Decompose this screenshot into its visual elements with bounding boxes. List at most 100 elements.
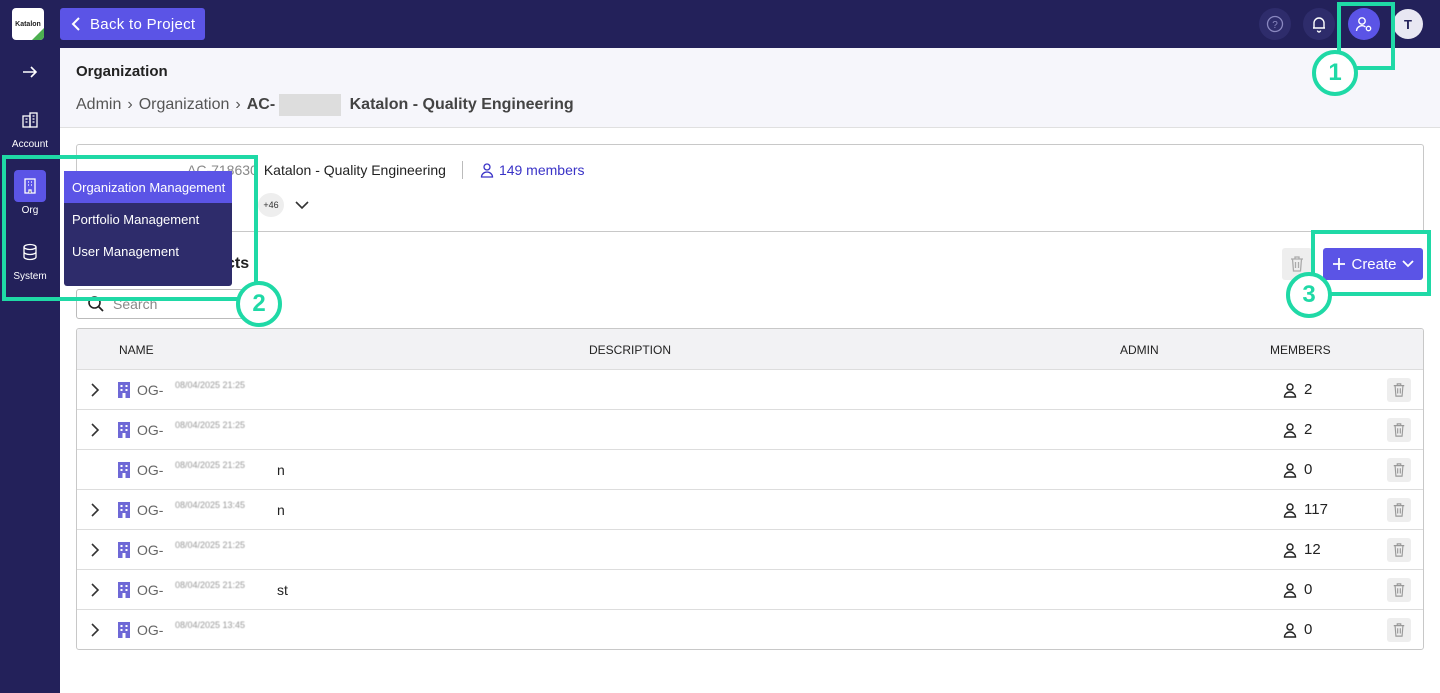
org-timestamp: 08/04/2025 21:25 [169, 536, 252, 554]
chevron-right-icon[interactable] [89, 383, 101, 397]
sidebar-item-label: Account [11, 139, 49, 150]
page-header: Organization Admin › Organization › AC- … [60, 48, 1440, 128]
delete-button[interactable] [1387, 458, 1411, 482]
table-row[interactable]: OG- 08/04/2025 13:45 n 117 [77, 489, 1423, 529]
member-count[interactable]: 117 [1282, 501, 1328, 518]
breadcrumb: Admin › Organization › AC- Katalon - Qua… [76, 94, 574, 116]
expand-sidebar-icon[interactable] [20, 62, 40, 82]
breadcrumb-organization[interactable]: Organization [139, 96, 230, 114]
member-count[interactable]: 0 [1282, 461, 1312, 478]
callout-badge-3: 3 [1286, 272, 1332, 318]
user-avatar[interactable]: T [1393, 9, 1423, 39]
building-icon [14, 104, 46, 136]
callout-badge-1: 1 [1312, 50, 1358, 96]
account-name: Katalon - Quality Engineering [263, 162, 446, 178]
table-row[interactable]: OG- 08/04/2025 21:25 2 [77, 369, 1423, 409]
user-icon [1283, 382, 1297, 398]
member-count[interactable]: 12 [1282, 541, 1321, 558]
org-timestamp: 08/04/2025 13:45 [169, 496, 252, 514]
callout-badge-2: 2 [236, 281, 282, 327]
member-count[interactable]: 0 [1282, 621, 1312, 638]
trash-icon [1393, 623, 1405, 637]
member-count[interactable]: 2 [1282, 381, 1312, 398]
column-header-name[interactable]: NAME [119, 343, 154, 357]
trash-icon [1393, 503, 1405, 517]
org-code[interactable]: OG- [137, 622, 163, 638]
organization-icon [118, 582, 130, 598]
table-row[interactable]: OG- 08/04/2025 21:25 12 [77, 529, 1423, 569]
member-count[interactable]: 0 [1282, 581, 1312, 598]
chevron-left-icon [71, 17, 80, 31]
organization-icon [118, 422, 130, 438]
org-code[interactable]: OG- [137, 422, 163, 438]
user-icon [1283, 502, 1297, 518]
help-icon[interactable]: ? [1259, 8, 1291, 40]
back-to-project-label: Back to Project [90, 15, 196, 33]
trash-icon [1393, 583, 1405, 597]
delete-button[interactable] [1387, 578, 1411, 602]
user-icon [480, 163, 494, 178]
svg-text:?: ? [1272, 20, 1278, 31]
member-count[interactable]: 2 [1282, 421, 1312, 438]
trash-icon [1393, 423, 1405, 437]
top-bar: Katalon Back to Project ? T [0, 0, 1440, 48]
delete-button[interactable] [1387, 378, 1411, 402]
user-icon [1283, 422, 1297, 438]
org-name-tail: st [277, 582, 288, 598]
chevron-down-icon[interactable] [294, 198, 310, 212]
org-timestamp: 08/04/2025 21:25 [169, 456, 252, 474]
org-timestamp: 08/04/2025 21:25 [169, 416, 252, 434]
org-code[interactable]: OG- [137, 542, 163, 558]
bell-icon[interactable] [1303, 8, 1335, 40]
org-code[interactable]: OG- [137, 382, 163, 398]
chevron-right-icon[interactable] [89, 503, 101, 517]
table-row[interactable]: OG- 08/04/2025 21:25 n 0 [77, 449, 1423, 489]
org-timestamp: 08/04/2025 13:45 [169, 616, 252, 634]
trash-icon [1291, 256, 1303, 272]
more-admins-badge[interactable]: +46 [258, 193, 284, 217]
katalon-logo[interactable]: Katalon [12, 8, 44, 40]
table-row[interactable]: OG- 08/04/2025 13:45 0 [77, 609, 1423, 649]
chevron-right-icon[interactable] [89, 543, 101, 557]
highlight-box-2 [2, 155, 258, 301]
organization-icon [118, 462, 130, 478]
column-header-admin: ADMIN [1120, 343, 1159, 357]
delete-button[interactable] [1387, 618, 1411, 642]
org-code[interactable]: OG- [137, 582, 163, 598]
table-row[interactable]: OG- 08/04/2025 21:25 2 [77, 409, 1423, 449]
user-icon [1283, 622, 1297, 638]
chevron-right-icon: › [235, 96, 241, 113]
account-card: AC-718630 Katalon - Quality Engineering … [76, 144, 1424, 232]
page-title: Organization [76, 63, 168, 80]
org-code[interactable]: OG- [137, 462, 163, 478]
sidebar-item-account[interactable]: Account [0, 104, 60, 150]
org-name-tail: n [277, 462, 285, 478]
trash-icon [1393, 543, 1405, 557]
breadcrumb-admin[interactable]: Admin [76, 96, 121, 114]
chevron-right-icon[interactable] [89, 623, 101, 637]
table-body: OG- 08/04/2025 21:25 2 OG- 08/04/2025 21:25 2… [77, 369, 1423, 649]
organization-icon [118, 382, 130, 398]
table-row[interactable]: OG- 08/04/2025 21:25 st 0 [77, 569, 1423, 609]
trash-icon [1393, 463, 1405, 477]
user-icon [1283, 582, 1297, 598]
delete-button[interactable] [1387, 498, 1411, 522]
organizations-table: NAME DESCRIPTION ADMIN MEMBERS OG- 08/04/… [76, 328, 1424, 650]
divider [461, 161, 463, 179]
org-code[interactable]: OG- [137, 502, 163, 518]
user-icon [1283, 462, 1297, 478]
table-header: NAME DESCRIPTION ADMIN MEMBERS [77, 329, 1423, 369]
chevron-right-icon: › [127, 96, 133, 113]
organization-icon [118, 502, 130, 518]
delete-button[interactable] [1387, 538, 1411, 562]
breadcrumb-current: AC- Katalon - Quality Engineering [247, 94, 574, 116]
org-name-tail: n [277, 502, 285, 518]
delete-button[interactable] [1387, 418, 1411, 442]
chevron-right-icon[interactable] [89, 583, 101, 597]
column-header-members[interactable]: MEMBERS [1270, 343, 1331, 357]
org-timestamp: 08/04/2025 21:25 [169, 576, 252, 594]
chevron-right-icon[interactable] [89, 423, 101, 437]
back-to-project-button[interactable]: Back to Project [60, 8, 206, 40]
members-link[interactable]: 149 members [479, 162, 585, 178]
divider [76, 231, 1424, 232]
